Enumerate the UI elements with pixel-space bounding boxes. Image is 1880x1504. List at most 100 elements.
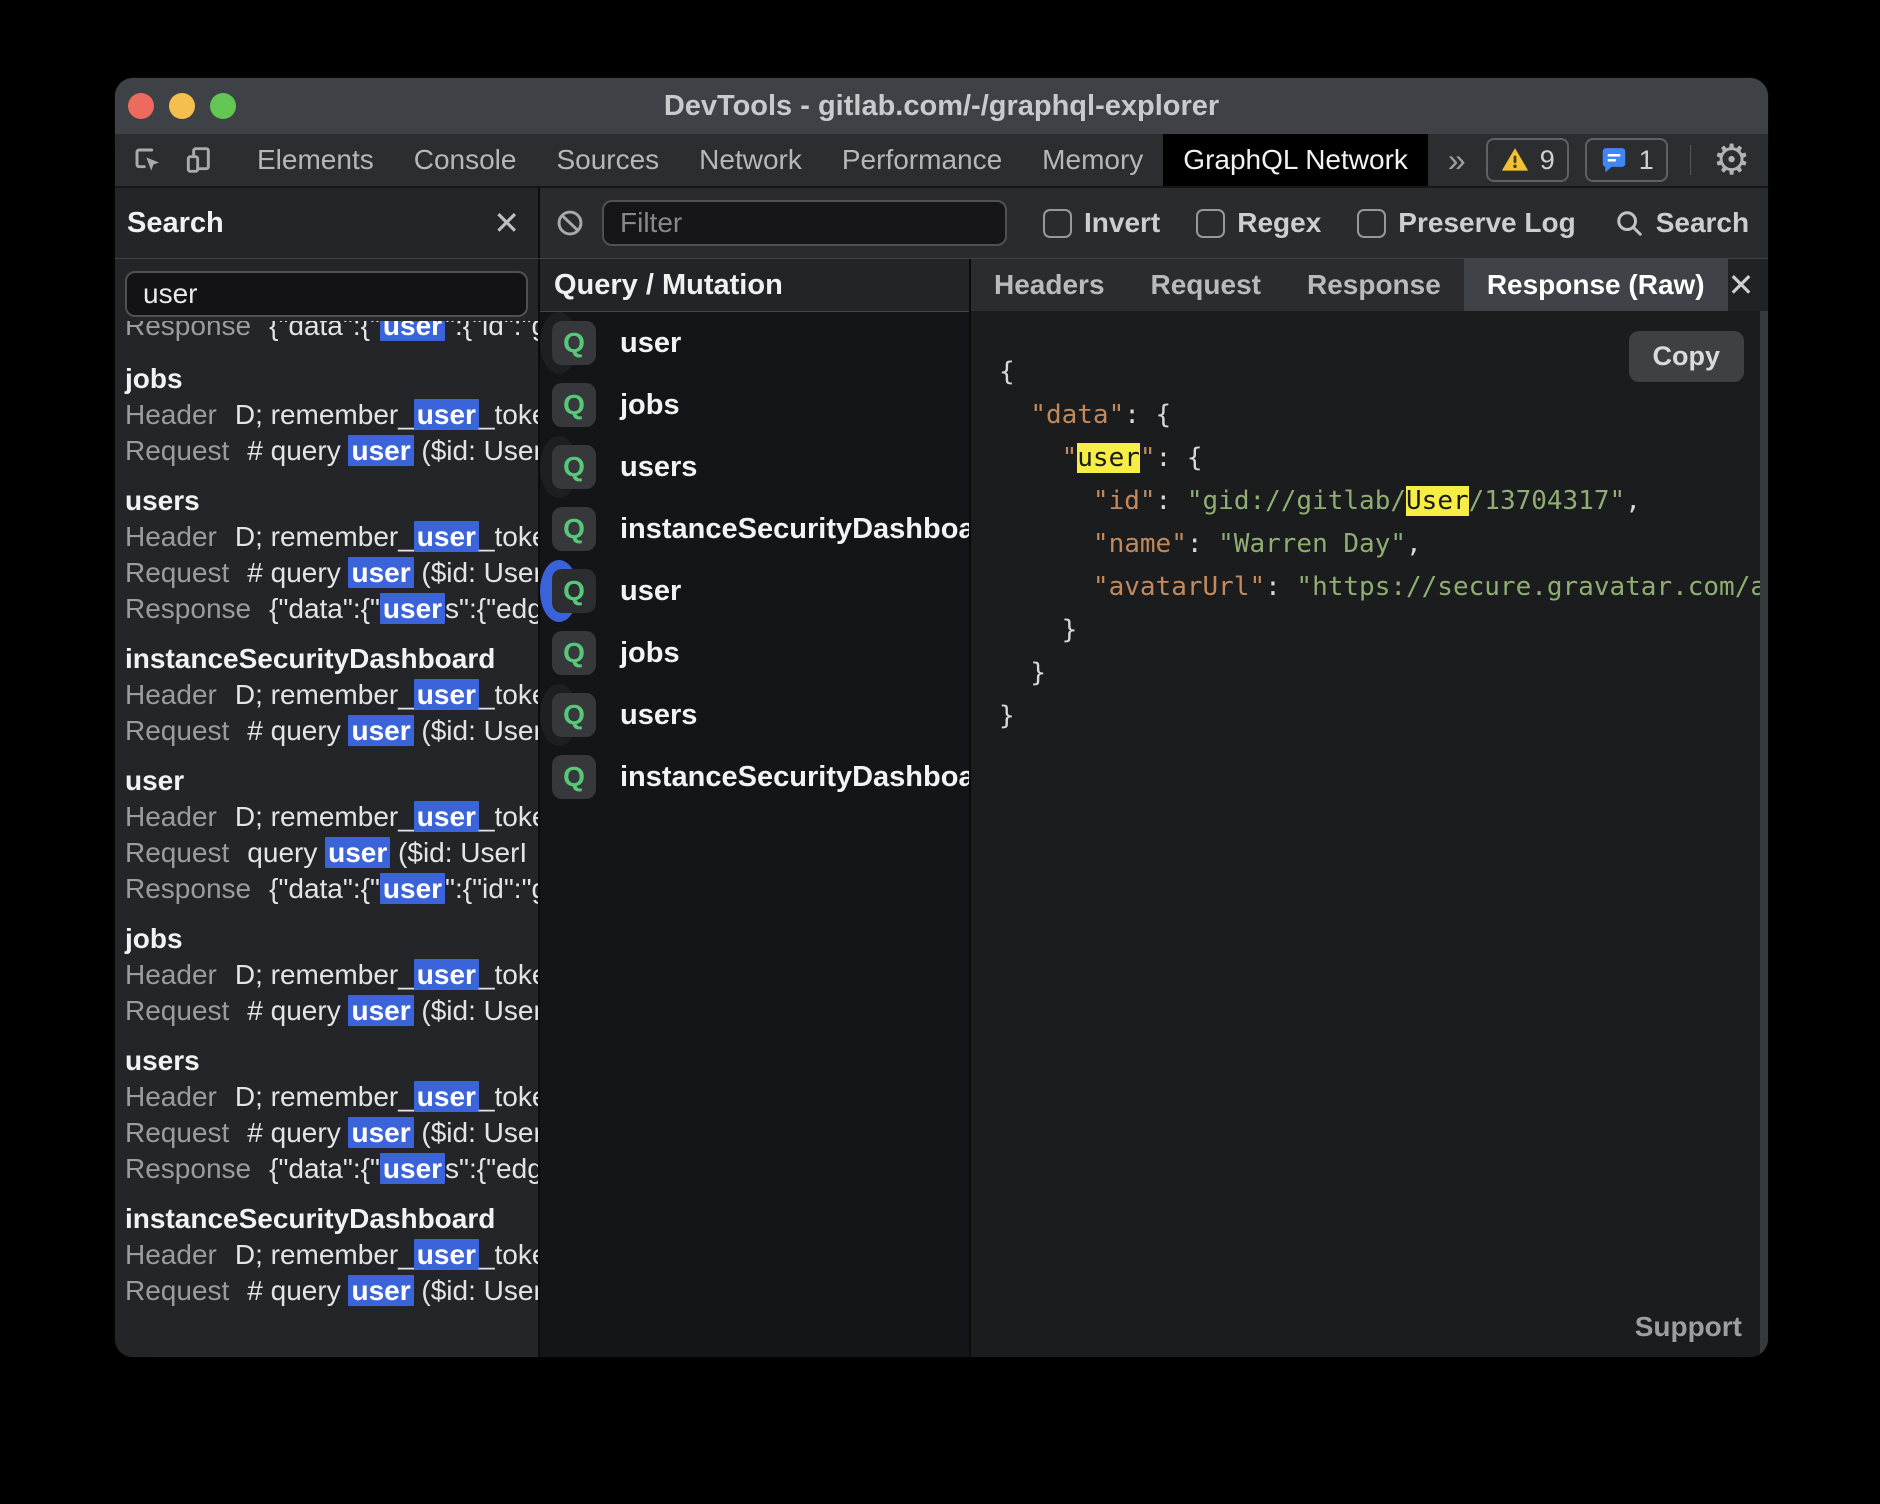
search-result-group-title[interactable]: jobs xyxy=(125,921,538,957)
query-item-label: users xyxy=(620,451,697,484)
search-result-line[interactable]: Response{"data":{"user":{"id":"gid xyxy=(125,321,538,344)
detail-panel: Headers Request Response Response (Raw) … xyxy=(971,259,1768,1357)
more-tabs-chevron[interactable]: » xyxy=(1428,134,1486,186)
search-input[interactable] xyxy=(125,271,528,317)
regex-checkbox[interactable]: Regex xyxy=(1196,207,1321,239)
query-list-item[interactable]: QinstanceSecurityDashboard xyxy=(540,498,969,560)
search-result-group-title[interactable]: users xyxy=(125,483,538,519)
search-result-line[interactable]: HeaderD; remember_user_token=e xyxy=(125,677,538,713)
query-list-item[interactable]: Qusers xyxy=(540,684,578,746)
search-result-line[interactable]: Request# query user ($id: UserI xyxy=(125,1273,538,1309)
zoom-window-button[interactable] xyxy=(210,93,236,119)
tab-sources[interactable]: Sources xyxy=(536,134,679,186)
search-close-icon[interactable]: ✕ xyxy=(493,207,520,239)
json-line: "id": "gid://gitlab/User/13704317", xyxy=(999,480,1768,523)
search-result-line[interactable]: Request# query user ($id: UserI xyxy=(125,433,538,469)
query-item-label: instanceSecurityDashboard xyxy=(620,761,969,794)
search-panel-header: Search ✕ xyxy=(115,188,538,258)
tab-response[interactable]: Response xyxy=(1284,259,1464,311)
search-result-line[interactable]: Requestquery user ($id: UserI xyxy=(125,835,538,871)
issues-badge[interactable]: 1 xyxy=(1585,138,1668,182)
search-result-line[interactable]: HeaderD; remember_user_token=e xyxy=(125,519,538,555)
issue-bubble-icon xyxy=(1599,145,1629,175)
search-result-group-title[interactable]: instanceSecurityDashboard xyxy=(125,641,538,677)
search-result-line[interactable]: Response{"data":{"user":{"id":"gid xyxy=(125,871,538,907)
invert-checkbox[interactable]: Invert xyxy=(1043,207,1160,239)
tab-request[interactable]: Request xyxy=(1128,259,1284,311)
json-line: "data": { xyxy=(999,394,1768,437)
response-raw-content: Copy { "data": { "user": { "id": "gid://… xyxy=(971,311,1768,1357)
filter-input[interactable] xyxy=(602,200,1007,246)
tab-performance[interactable]: Performance xyxy=(822,134,1022,186)
detail-close-icon[interactable]: ✕ xyxy=(1728,259,1768,311)
search-result-group-title[interactable]: user xyxy=(125,763,538,799)
search-result-line[interactable]: Response{"data":{"users":{"edges xyxy=(125,591,538,627)
search-result-group-title[interactable]: users xyxy=(125,1043,538,1079)
json-line: } xyxy=(999,695,1768,738)
query-list-item[interactable]: QinstanceSecurityDashboard xyxy=(540,746,969,808)
query-type-badge: Q xyxy=(552,569,596,613)
support-link[interactable]: Support xyxy=(1635,1311,1742,1343)
regex-checkbox-box[interactable] xyxy=(1196,209,1225,238)
query-list-item[interactable]: Qjobs xyxy=(540,622,969,684)
query-item-label: jobs xyxy=(620,389,680,422)
tab-headers[interactable]: Headers xyxy=(971,259,1128,311)
network-filter-bar: Invert Regex Preserve Log Search xyxy=(540,188,1768,258)
preserve-log-checkbox[interactable]: Preserve Log xyxy=(1357,207,1575,239)
copy-button[interactable]: Copy xyxy=(1629,331,1745,382)
tab-response-raw[interactable]: Response (Raw) xyxy=(1464,259,1728,311)
query-type-badge: Q xyxy=(552,631,596,675)
search-result-group-title[interactable]: jobs xyxy=(125,361,538,397)
search-result-line[interactable]: Request# query user ($id: UserI xyxy=(125,713,538,749)
tab-console[interactable]: Console xyxy=(394,134,537,186)
json-line: "user": { xyxy=(999,437,1768,480)
tab-network[interactable]: Network xyxy=(679,134,822,186)
search-button[interactable]: Search xyxy=(1614,207,1749,239)
window-title: DevTools - gitlab.com/-/graphql-explorer xyxy=(664,90,1219,123)
search-result-line[interactable]: HeaderD; remember_user_token=e xyxy=(125,397,538,433)
search-result-line[interactable]: HeaderD; remember_user_token=e xyxy=(125,957,538,993)
query-type-badge: Q xyxy=(552,755,596,799)
inspect-element-icon[interactable] xyxy=(131,144,163,176)
query-list-item[interactable]: Qjobs xyxy=(540,374,969,436)
kebab-menu-icon[interactable] xyxy=(1766,142,1768,178)
tab-elements[interactable]: Elements xyxy=(237,134,394,186)
query-item-label: instanceSecurityDashboard xyxy=(620,513,969,546)
search-result-line[interactable]: Request# query user ($id: UserI xyxy=(125,1115,538,1151)
query-type-badge: Q xyxy=(552,507,596,551)
search-result-line[interactable]: Response{"data":{"users":{"edges xyxy=(125,1151,538,1187)
search-panel: Response{"data":{"user":{"id":"gidjobsHe… xyxy=(115,259,538,1357)
device-toolbar-icon[interactable] xyxy=(183,144,215,176)
json-line: "avatarUrl": "https://secure.gravatar.co… xyxy=(999,566,1768,609)
minimize-window-button[interactable] xyxy=(169,93,195,119)
tab-memory[interactable]: Memory xyxy=(1022,134,1163,186)
invert-checkbox-box[interactable] xyxy=(1043,209,1072,238)
titlebar: DevTools - gitlab.com/-/graphql-explorer xyxy=(115,78,1768,134)
search-result-line[interactable]: HeaderD; remember_user_token=e xyxy=(125,1237,538,1273)
search-result-line[interactable]: HeaderD; remember_user_token=e xyxy=(125,799,538,835)
preserve-log-checkbox-box[interactable] xyxy=(1357,209,1386,238)
json-line: } xyxy=(999,652,1768,695)
tab-graphql-network[interactable]: GraphQL Network xyxy=(1163,134,1428,186)
close-window-button[interactable] xyxy=(128,93,154,119)
query-list-item[interactable]: Qusers xyxy=(540,436,578,498)
query-type-badge: Q xyxy=(552,383,596,427)
search-panel-title: Search xyxy=(127,207,224,240)
search-result-line[interactable]: HeaderD; remember_user_token=e xyxy=(125,1079,538,1115)
warning-count: 9 xyxy=(1540,145,1555,176)
clear-filter-icon[interactable] xyxy=(554,207,586,239)
query-list-item-selected[interactable]: Quser xyxy=(540,560,578,622)
query-item-label: user xyxy=(620,575,681,608)
badge-separator xyxy=(1690,145,1691,175)
traffic-lights xyxy=(128,78,236,134)
warnings-badge[interactable]: 9 xyxy=(1486,138,1569,182)
settings-gear-icon[interactable]: ⚙ xyxy=(1713,139,1751,181)
query-list-item[interactable]: Quser xyxy=(540,312,578,374)
toolbar-row: Search ✕ Invert Regex Preserve L xyxy=(115,188,1768,259)
scrollbar-track[interactable] xyxy=(1760,311,1768,1357)
search-result-line[interactable]: Request# query user ($id: UserI xyxy=(125,555,538,591)
search-result-group-title[interactable]: instanceSecurityDashboard xyxy=(125,1201,538,1237)
query-type-badge: Q xyxy=(552,693,596,737)
search-result-line[interactable]: Request# query user ($id: UserI xyxy=(125,993,538,1029)
json-viewer: { "data": { "user": { "id": "gid://gitla… xyxy=(999,351,1768,738)
